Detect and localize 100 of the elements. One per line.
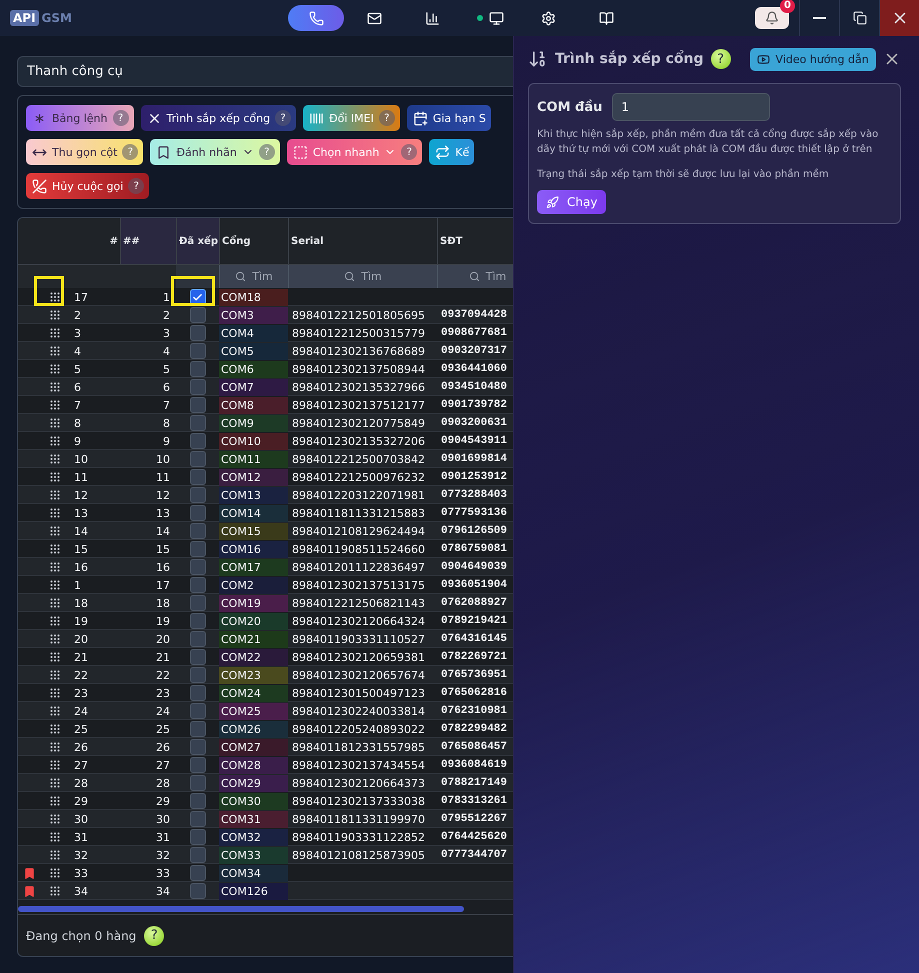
toolbar-button[interactable]: Thu gọn cột ? bbox=[26, 139, 144, 165]
drag-handle-icon[interactable] bbox=[49, 399, 61, 411]
notification-button[interactable] bbox=[755, 7, 789, 29]
drag-handle-icon[interactable] bbox=[49, 651, 61, 663]
toolbar-button[interactable]: Đổi IMEI ? bbox=[303, 105, 400, 131]
checkbox[interactable] bbox=[190, 541, 206, 557]
checkbox[interactable] bbox=[190, 343, 206, 359]
drag-handle-icon[interactable] bbox=[49, 453, 61, 465]
column-header[interactable]: SĐT bbox=[440, 236, 462, 246]
checkbox[interactable] bbox=[190, 847, 206, 863]
checkbox[interactable] bbox=[190, 667, 206, 683]
table-cell: 33 bbox=[156, 866, 170, 880]
drag-handle-icon[interactable] bbox=[49, 687, 61, 699]
table-cell: 20 bbox=[156, 632, 170, 646]
drag-handle-icon[interactable] bbox=[49, 867, 61, 879]
filter-field[interactable]: Tìm bbox=[437, 265, 513, 288]
drag-handle-icon[interactable] bbox=[49, 579, 61, 591]
drag-handle-icon[interactable] bbox=[49, 615, 61, 627]
drag-handle-icon[interactable] bbox=[49, 597, 61, 609]
drag-handle-icon[interactable] bbox=[49, 543, 61, 555]
toolbar-button[interactable]: Gia hạn S bbox=[406, 105, 491, 131]
checkbox[interactable] bbox=[190, 415, 206, 431]
help-icon[interactable]: ? bbox=[710, 49, 731, 69]
help-icon: ? bbox=[128, 178, 144, 194]
drag-handle-icon[interactable] bbox=[49, 885, 61, 897]
filter-field[interactable]: Tìm bbox=[288, 265, 437, 288]
drag-handle-icon[interactable] bbox=[49, 327, 61, 339]
table-cell: 7 bbox=[163, 398, 170, 412]
column-header[interactable]: Serial bbox=[291, 236, 324, 246]
checkbox[interactable] bbox=[190, 703, 206, 719]
checkbox[interactable] bbox=[190, 649, 206, 665]
checkbox[interactable] bbox=[190, 775, 206, 791]
run-button[interactable]: Chạy bbox=[537, 190, 606, 214]
drag-handle-icon[interactable] bbox=[49, 507, 61, 519]
checkbox[interactable] bbox=[190, 613, 206, 629]
drag-handle-icon[interactable] bbox=[49, 813, 61, 825]
column-header[interactable]: Cổng bbox=[222, 236, 250, 246]
drag-handle-icon[interactable] bbox=[49, 363, 61, 375]
drag-handle-icon[interactable] bbox=[49, 669, 61, 681]
checkbox[interactable] bbox=[190, 307, 206, 323]
drag-handle-icon[interactable] bbox=[49, 849, 61, 861]
help-icon[interactable]: ? bbox=[144, 926, 164, 946]
input-field[interactable]: 1 bbox=[612, 93, 770, 121]
nav-tab[interactable] bbox=[288, 5, 344, 31]
drag-handle-icon[interactable] bbox=[49, 435, 61, 447]
checkbox[interactable] bbox=[190, 397, 206, 413]
checkbox[interactable] bbox=[190, 721, 206, 737]
drag-handle-icon[interactable] bbox=[49, 705, 61, 717]
drag-handle-icon[interactable] bbox=[49, 489, 61, 501]
drag-handle-icon[interactable] bbox=[49, 759, 61, 771]
checkbox[interactable] bbox=[190, 559, 206, 575]
toolbar-button[interactable]: Bảng lệnh ? bbox=[26, 105, 134, 131]
drag-handle-icon[interactable] bbox=[49, 381, 61, 393]
checkbox[interactable] bbox=[190, 505, 206, 521]
drag-handle-icon[interactable] bbox=[49, 777, 61, 789]
drag-handle-icon[interactable] bbox=[49, 741, 61, 753]
drag-handle-icon[interactable] bbox=[49, 561, 61, 573]
checkbox[interactable] bbox=[190, 325, 206, 341]
checkbox[interactable] bbox=[190, 685, 206, 701]
filter-field[interactable]: Tìm bbox=[219, 265, 288, 288]
checkbox[interactable] bbox=[190, 811, 206, 827]
table-cell: 26 bbox=[156, 740, 170, 754]
toolbar-button[interactable]: Trình sắp xếp cổng ? bbox=[140, 105, 296, 131]
toolbar-button[interactable]: Hủy cuộc gọi ? bbox=[26, 173, 150, 199]
checkbox[interactable] bbox=[190, 451, 206, 467]
checkbox[interactable] bbox=[190, 757, 206, 773]
checkbox[interactable] bbox=[190, 631, 206, 647]
drag-handle-icon[interactable] bbox=[49, 291, 61, 303]
drag-handle-icon[interactable] bbox=[49, 723, 61, 735]
checkbox[interactable] bbox=[190, 577, 206, 593]
drag-handle-icon[interactable] bbox=[49, 633, 61, 645]
checkbox[interactable] bbox=[190, 379, 206, 395]
toolbar-button[interactable]: Đánh nhãn ? bbox=[150, 139, 280, 165]
checkbox[interactable] bbox=[190, 487, 206, 503]
scrollbar-thumb[interactable] bbox=[18, 906, 464, 912]
drag-handle-icon[interactable] bbox=[49, 795, 61, 807]
drag-handle-icon[interactable] bbox=[49, 345, 61, 357]
video-guide-button[interactable]: Video hướng dẫn bbox=[750, 48, 876, 70]
drag-handle-icon[interactable] bbox=[49, 309, 61, 321]
checkbox[interactable] bbox=[190, 361, 206, 377]
close-button[interactable] bbox=[879, 0, 919, 36]
checkbox[interactable] bbox=[190, 469, 206, 485]
checkbox[interactable] bbox=[190, 883, 206, 899]
toolbar-button[interactable]: Chọn nhanh ? bbox=[286, 139, 422, 165]
checkbox[interactable] bbox=[190, 595, 206, 611]
column-header[interactable]: Đã xếp bbox=[179, 236, 218, 246]
table-cell: 8984011908511524660 bbox=[292, 542, 425, 556]
drag-handle-icon[interactable] bbox=[49, 831, 61, 843]
checkbox[interactable] bbox=[190, 865, 206, 881]
column-header[interactable]: # bbox=[110, 236, 118, 246]
checkbox[interactable] bbox=[190, 829, 206, 845]
checkbox[interactable] bbox=[190, 793, 206, 809]
checkbox[interactable] bbox=[190, 739, 206, 755]
help-icon: ? bbox=[378, 110, 395, 126]
column-header[interactable]: ## bbox=[123, 236, 140, 246]
drag-handle-icon[interactable] bbox=[49, 417, 61, 429]
drag-handle-icon[interactable] bbox=[49, 471, 61, 483]
checkbox[interactable] bbox=[190, 433, 206, 449]
drag-handle-icon[interactable] bbox=[49, 525, 61, 537]
checkbox[interactable] bbox=[190, 523, 206, 539]
